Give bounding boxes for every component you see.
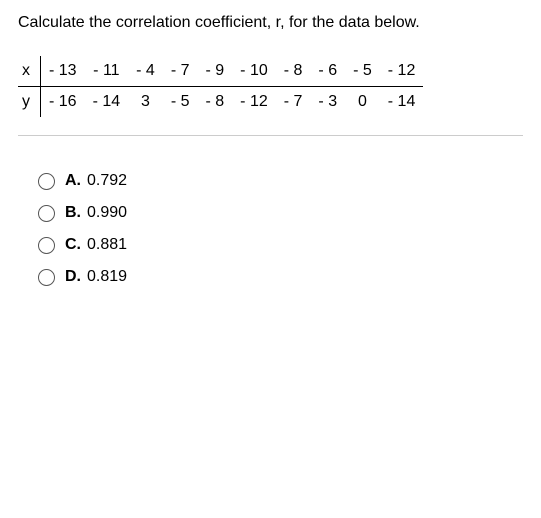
radio-icon (38, 269, 55, 286)
answer-options: A. 0.792 B. 0.990 C. 0.881 D. 0.819 (38, 172, 523, 286)
option-letter: C. (65, 236, 81, 254)
option-text: 0.990 (87, 204, 127, 222)
cell: - 6 (310, 56, 345, 87)
option-text: 0.881 (87, 236, 127, 254)
row-label-x: x (18, 56, 41, 87)
cell: - 8 (198, 87, 233, 118)
option-text: 0.792 (87, 172, 127, 190)
cell: - 10 (232, 56, 276, 87)
cell: - 4 (128, 56, 163, 87)
cell: - 13 (41, 56, 85, 87)
option-b[interactable]: B. 0.990 (38, 204, 523, 222)
data-table: x - 13 - 11 - 4 - 7 - 9 - 10 - 8 - 6 - 5… (18, 56, 423, 117)
option-letter: D. (65, 268, 81, 286)
cell: - 7 (276, 87, 311, 118)
table-row-y: y - 16 - 14 3 - 5 - 8 - 12 - 7 - 3 0 - 1… (18, 87, 423, 118)
radio-icon (38, 205, 55, 222)
cell: - 5 (163, 87, 198, 118)
cell: - 7 (163, 56, 198, 87)
cell: - 9 (198, 56, 233, 87)
cell: 3 (128, 87, 163, 118)
radio-icon (38, 173, 55, 190)
cell: - 8 (276, 56, 311, 87)
row-label-y: y (18, 87, 41, 118)
cell: - 3 (310, 87, 345, 118)
option-letter: B. (65, 204, 81, 222)
divider (18, 135, 523, 136)
question-prompt: Calculate the correlation coefficient, r… (18, 14, 523, 32)
table-row-x: x - 13 - 11 - 4 - 7 - 9 - 10 - 8 - 6 - 5… (18, 56, 423, 87)
cell: - 11 (85, 56, 129, 87)
cell: - 5 (345, 56, 380, 87)
option-letter: A. (65, 172, 81, 190)
option-d[interactable]: D. 0.819 (38, 268, 523, 286)
cell: - 14 (85, 87, 129, 118)
option-c[interactable]: C. 0.881 (38, 236, 523, 254)
cell: - 12 (232, 87, 276, 118)
cell: 0 (345, 87, 380, 118)
cell: - 12 (380, 56, 424, 87)
option-text: 0.819 (87, 268, 127, 286)
cell: - 14 (380, 87, 424, 118)
cell: - 16 (41, 87, 85, 118)
radio-icon (38, 237, 55, 254)
option-a[interactable]: A. 0.792 (38, 172, 523, 190)
